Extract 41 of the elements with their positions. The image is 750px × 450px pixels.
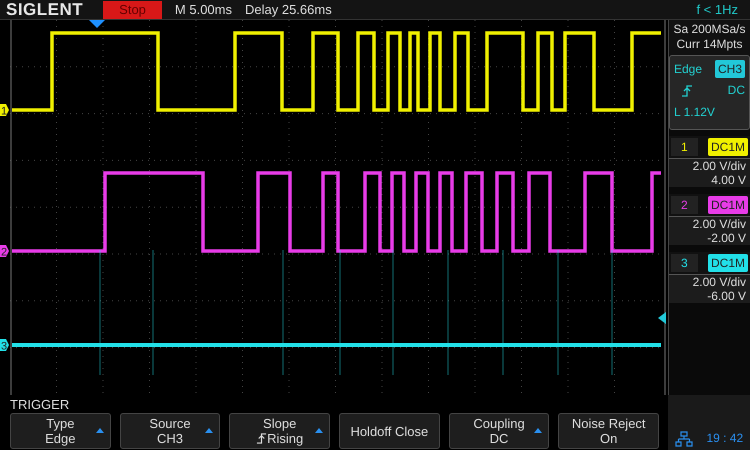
channel-number[interactable]: 3: [671, 254, 698, 272]
softkey-button[interactable]: Holdoff Close: [339, 413, 440, 449]
trigger-level-readout: L 1.12V: [674, 104, 716, 120]
softkey-button[interactable]: Source CH3: [120, 413, 220, 449]
channel-number[interactable]: 2: [671, 196, 698, 214]
rising-edge-icon: [680, 85, 692, 98]
trigger-source-chip: CH3: [714, 60, 745, 78]
channel-marker[interactable]: 1: [0, 104, 9, 118]
volts-per-div-readout: 2.00 V/div: [669, 217, 750, 231]
memory-depth-readout: Curr 14Mpts: [675, 37, 744, 52]
timebase-readout: M 5.00ms: [174, 0, 232, 18]
volts-per-div-readout: 2.00 V/div: [669, 159, 750, 173]
offset-readout: -2.00 V: [669, 231, 750, 245]
up-arrow-icon: [534, 427, 542, 435]
channel-number[interactable]: 1: [671, 138, 698, 156]
softkey-button[interactable]: Coupling DC: [448, 413, 550, 449]
up-arrow-icon: [96, 427, 104, 435]
up-arrow-icon: [205, 427, 214, 435]
channel-marker[interactable]: 2: [0, 245, 9, 258]
offset-readout: 4.00 V: [669, 173, 750, 187]
coupling-chip: DC1M: [708, 138, 748, 156]
trigger-level-marker[interactable]: [658, 312, 666, 324]
clock-readout: 19 : 42: [706, 430, 744, 447]
softkey-button[interactable]: Noise Reject On: [558, 413, 660, 449]
softkey-button[interactable]: Slope Rising: [229, 413, 330, 449]
volts-per-div-readout: 2.00 V/div: [669, 275, 750, 289]
coupling-chip: DC1M: [708, 196, 748, 214]
offset-readout: -6.00 V: [669, 289, 750, 303]
frequency-readout: f < 1Hz: [696, 0, 739, 18]
channel-marker[interactable]: 3: [0, 339, 9, 352]
sample-rate-readout: Sa 200MSa/s: [672, 22, 747, 37]
rising-edge-icon: [256, 433, 268, 444]
brand-logo: SIGLENT: [5, 0, 84, 20]
softkey-button[interactable]: Type Edge: [10, 413, 111, 449]
trigger-coupling-label: DC: [728, 82, 745, 100]
network-icon: [674, 430, 693, 447]
up-arrow-icon: [315, 427, 324, 435]
menu-title: TRIGGER: [10, 397, 70, 413]
delay-readout: Delay 25.66ms: [245, 0, 332, 19]
coupling-chip: DC1M: [708, 254, 748, 272]
trigger-type-label: Edge: [674, 61, 702, 78]
